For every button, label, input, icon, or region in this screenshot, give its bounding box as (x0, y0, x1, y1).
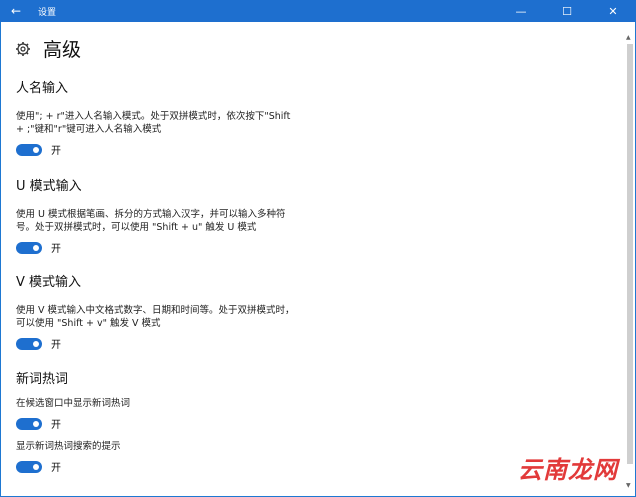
setting-desc: 显示新词热词搜索的提示 (16, 441, 121, 452)
toggle-knob (33, 244, 39, 251)
v-mode-toggle[interactable] (16, 337, 42, 350)
section-u-mode: U 模式输入 使用 U 模式根据笔画、拆分的方式输入汉字，并可以输入多种符 号。… (16, 175, 296, 255)
toggle-row: 开 (16, 459, 296, 474)
section-desc-line1: 使用"; + r"进入人名输入模式。处于双拼模式时，依次按下"Shift (16, 111, 291, 122)
section-desc-line1: 使用 U 模式根据笔画、拆分的方式输入汉字，并可以输入多种符 (16, 209, 286, 220)
toggle-label: 开 (51, 420, 61, 431)
section-desc-line2: + ;"键和"r"键可进入人名输入模式 (16, 124, 162, 135)
section-title: 新词热词 (16, 372, 69, 387)
name-input-toggle[interactable] (16, 143, 42, 156)
scroll-down-icon[interactable]: ▼ (626, 482, 631, 489)
section-new-words: 新词热词 在候选窗口中显示新词热词 开 显示新词热词搜索的提示 开 (16, 368, 296, 474)
toggle-label: 开 (51, 244, 61, 255)
section-desc-line1: 使用 V 模式输入中文格式数字、日期和时间等。处于双拼模式时， (16, 305, 295, 316)
toggle-label: 开 (51, 463, 61, 474)
toggle-row: 开 (16, 240, 296, 255)
show-new-words-toggle[interactable] (16, 417, 42, 430)
page-header: 高级 (15, 35, 81, 62)
vertical-scrollbar[interactable]: ▲ ▼ (626, 34, 633, 489)
toggle-row: 开 (16, 336, 296, 351)
maximize-icon: ☐ (562, 4, 572, 18)
u-mode-toggle[interactable] (16, 241, 42, 254)
section-title: V 模式输入 (16, 275, 82, 290)
section-title: U 模式输入 (16, 179, 82, 194)
title-bar: ← 设置 — ☐ ✕ (0, 0, 636, 22)
setting-desc: 在候选窗口中显示新词热词 (16, 398, 131, 409)
settings-content: 高级 人名输入 使用"; + r"进入人名输入模式。处于双拼模式时，依次按下"S… (0, 22, 620, 497)
scroll-up-icon[interactable]: ▲ (626, 34, 631, 41)
close-icon: ✕ (608, 4, 618, 18)
scroll-thumb[interactable] (627, 44, 633, 464)
toggle-knob (33, 420, 39, 427)
new-words-hint-toggle[interactable] (16, 460, 42, 473)
section-title: 人名输入 (16, 81, 69, 96)
toggle-label: 开 (51, 340, 61, 351)
section-desc-line2: 可以使用 "Shift + v" 触发 V 模式 (16, 318, 161, 329)
maximize-button[interactable]: ☐ (544, 0, 590, 22)
section-v-mode: V 模式输入 使用 V 模式输入中文格式数字、日期和时间等。处于双拼模式时， 可… (16, 271, 296, 351)
window-title: 设置 (38, 8, 57, 18)
page-title: 高级 (43, 39, 82, 61)
back-arrow-icon: ← (10, 4, 22, 18)
toggle-row: 开 (16, 416, 296, 431)
section-desc-line2: 号。处于双拼模式时，可以使用 "Shift + u" 触发 U 模式 (16, 222, 257, 233)
toggle-knob (33, 146, 39, 153)
toggle-knob (33, 340, 39, 347)
toggle-label: 开 (51, 146, 61, 157)
toggle-knob (33, 463, 39, 470)
toggle-row: 开 (16, 142, 296, 157)
close-button[interactable]: ✕ (590, 0, 636, 22)
section-name-input: 人名输入 使用"; + r"进入人名输入模式。处于双拼模式时，依次按下"Shif… (16, 77, 296, 157)
minimize-icon: — (515, 4, 527, 18)
minimize-button[interactable]: — (498, 0, 544, 22)
gear-icon (16, 41, 30, 56)
watermark-logo: 云南龙网 (518, 456, 618, 484)
back-button[interactable]: ← (0, 0, 32, 22)
